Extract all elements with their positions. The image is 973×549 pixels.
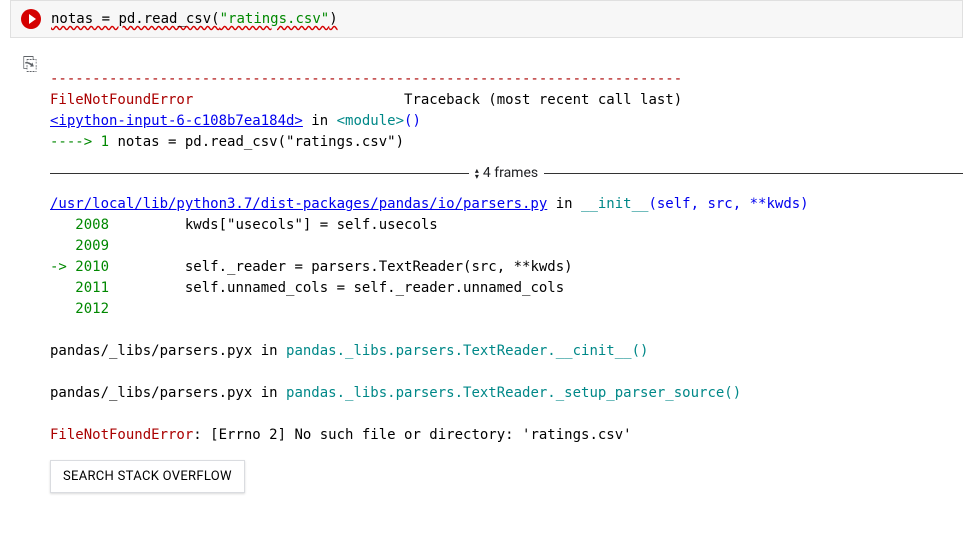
code-cell-input: notas = pd.read_csv("ratings.csv") [10, 0, 963, 38]
frames-separator[interactable]: ▴▾ 4 frames [50, 163, 963, 184]
final-error-msg: : [Errno 2] No such file or directory: '… [193, 427, 631, 443]
expand-frames-icon: ▴▾ [475, 168, 479, 180]
frames-count: 4 frames [483, 163, 538, 184]
output-arrow-icon: ⎘ [23, 54, 37, 513]
final-error-name: FileNotFoundError [50, 427, 193, 443]
code-input-area[interactable]: notas = pd.read_csv("ratings.csv") [51, 5, 338, 33]
cell-output: ⎘ --------------------------------------… [10, 48, 963, 513]
output-gutter[interactable]: ⎘ [10, 48, 50, 513]
module-name: <module> [337, 113, 404, 129]
cython-frame-2: pandas._libs.parsers.TextReader._setup_p… [286, 385, 741, 401]
source-file-link[interactable]: /usr/local/lib/python3.7/dist-packages/p… [50, 196, 547, 212]
cython-frame-1: pandas._libs.parsers.TextReader.__cinit_… [286, 343, 648, 359]
ipython-frame-link[interactable]: <ipython-input-6-c108b7ea184d> [50, 113, 303, 129]
run-cell-button[interactable] [11, 9, 51, 29]
error-name: FileNotFoundError [50, 92, 193, 108]
traceback-label: Traceback (most recent call last) [404, 92, 682, 108]
code-token-var: notas [51, 11, 93, 27]
play-icon [21, 9, 41, 29]
traceback-divider: ----------------------------------------… [50, 71, 682, 87]
output-body: ----------------------------------------… [50, 48, 963, 513]
search-stack-overflow-button[interactable]: SEARCH STACK OVERFLOW [50, 460, 245, 493]
